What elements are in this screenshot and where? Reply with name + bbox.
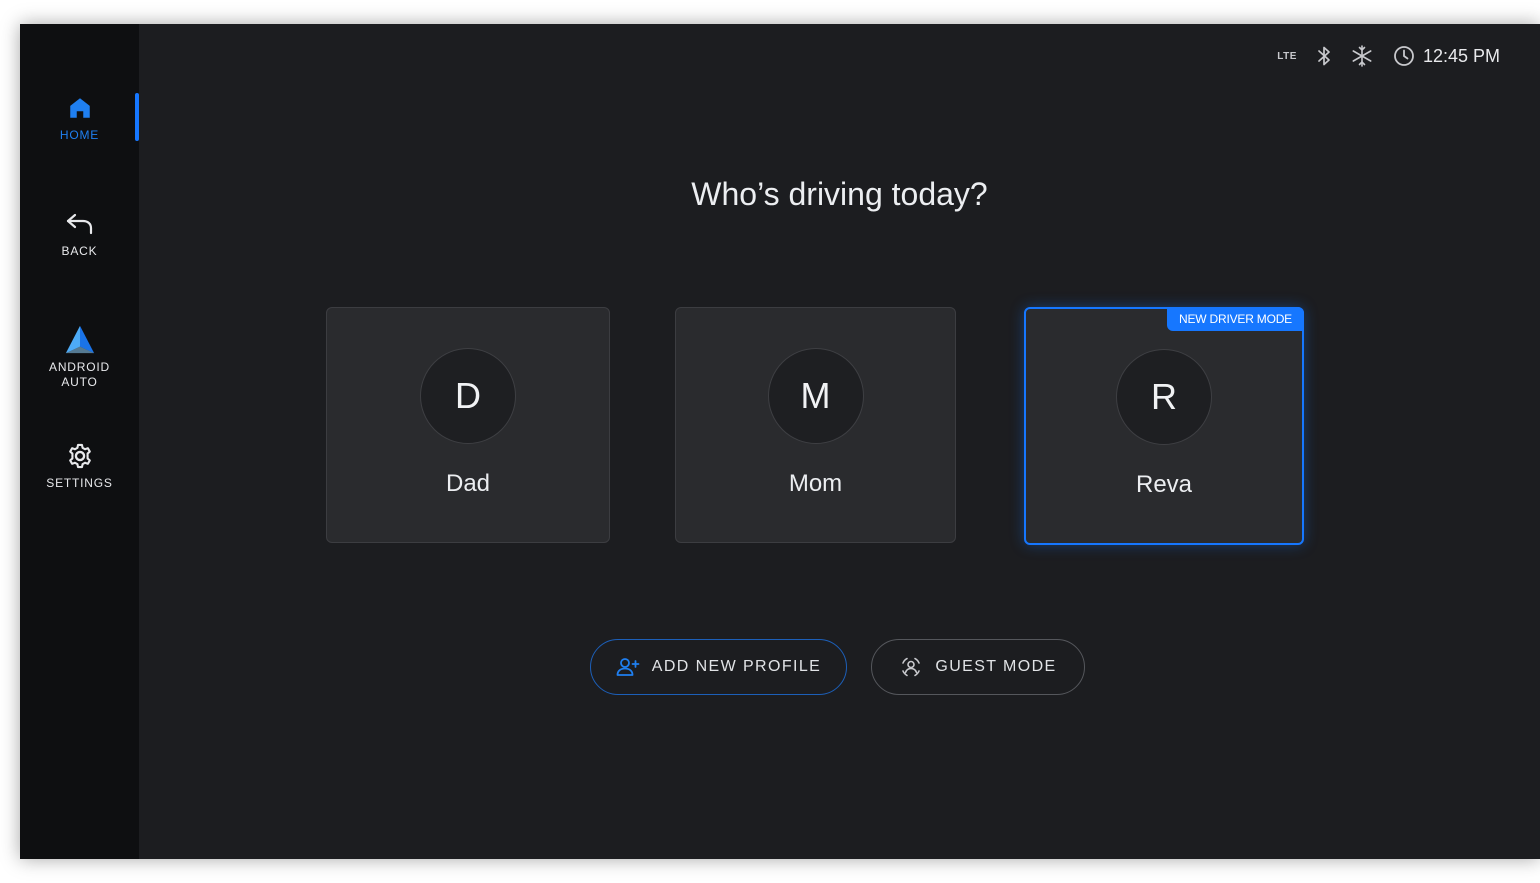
- status-bar: LTE 12:45 PM: [1277, 44, 1500, 68]
- bluetooth-icon: [1317, 46, 1331, 66]
- sidebar: HOME BACK ANDROID AUTO SETTINGS: [20, 24, 139, 859]
- avatar: M: [767, 348, 864, 444]
- profile-name: Mom: [788, 470, 843, 497]
- home-icon: [64, 92, 96, 124]
- sidebar-item-label: BACK: [61, 244, 98, 258]
- profile-name: Reva: [1135, 471, 1193, 498]
- sidebar-item-label: HOME: [59, 128, 100, 142]
- app-window: HOME BACK ANDROID AUTO SETTINGS LTE 12:4…: [20, 24, 1540, 859]
- add-new-profile-button[interactable]: ADD NEW PROFILE: [590, 639, 847, 695]
- snowflake-icon: [1351, 45, 1373, 67]
- sidebar-item-settings[interactable]: SETTINGS: [20, 440, 139, 491]
- avatar: R: [1116, 349, 1212, 445]
- clock-time: 12:45 PM: [1422, 45, 1500, 66]
- clock-icon: [1393, 45, 1415, 67]
- android-auto-icon: [64, 324, 96, 356]
- sidebar-item-back[interactable]: BACK: [20, 208, 139, 259]
- profile-card-reva[interactable]: NEW DRIVER MODE R Reva: [1024, 307, 1304, 545]
- sidebar-item-home[interactable]: HOME: [20, 92, 139, 143]
- sidebar-item-label: ANDROID AUTO: [49, 360, 110, 389]
- sidebar-item-label: SETTINGS: [46, 476, 113, 490]
- add-user-icon: [616, 657, 640, 677]
- guest-mode-button[interactable]: GUEST MODE: [871, 639, 1085, 695]
- add-new-profile-label: ADD NEW PROFILE: [651, 658, 822, 675]
- back-arrow-icon: [64, 208, 96, 240]
- profile-card-dad[interactable]: D Dad: [326, 307, 610, 543]
- new-driver-mode-badge: NEW DRIVER MODE: [1166, 307, 1304, 331]
- network-indicator: LTE: [1277, 50, 1297, 62]
- guest-mode-label: GUEST MODE: [935, 658, 1057, 675]
- sidebar-item-android-auto[interactable]: ANDROID AUTO: [20, 324, 139, 390]
- profile-name: Dad: [445, 470, 491, 497]
- page-title: Who’s driving today?: [691, 176, 988, 212]
- gear-icon: [64, 440, 96, 472]
- avatar: D: [420, 348, 516, 444]
- guest-user-icon: [899, 655, 923, 679]
- profile-card-mom[interactable]: M Mom: [675, 307, 956, 543]
